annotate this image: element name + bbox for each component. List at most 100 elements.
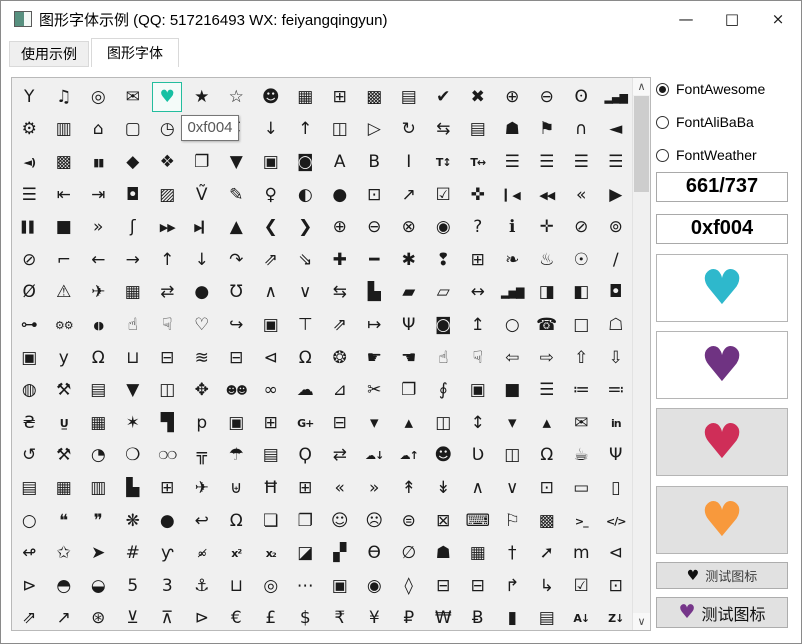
grid-icon[interactable]: ◍ <box>12 375 47 407</box>
test-icon-button-black[interactable]: ♥ 测试图标 <box>656 562 788 589</box>
grid-icon[interactable]: ❂ <box>323 342 358 374</box>
grid-icon[interactable]: ❐ <box>288 505 323 537</box>
grid-icon[interactable]: ▨ <box>150 179 185 211</box>
grid-icon[interactable]: ● <box>185 277 220 309</box>
grid-icon[interactable]: ● <box>323 179 358 211</box>
grid-icon[interactable]: ▾ <box>357 407 392 439</box>
grid-icon[interactable]: ▤ <box>254 440 289 472</box>
grid-icon[interactable]: ▰ <box>392 277 427 309</box>
grid-icon[interactable]: ▌▌ <box>12 212 47 244</box>
grid-icon[interactable]: ▥ <box>47 114 82 146</box>
grid-icon[interactable]: ◘ <box>116 179 151 211</box>
grid-icon[interactable]: ☝ <box>426 342 461 374</box>
grid-icon[interactable]: ✥ <box>185 375 220 407</box>
grid-icon[interactable]: ◘ <box>599 277 634 309</box>
grid-icon[interactable]: ◎ <box>81 81 116 113</box>
grid-icon[interactable]: 3 <box>150 570 185 602</box>
grid-icon[interactable]: ◫ <box>323 114 358 146</box>
grid-icon[interactable]: y <box>47 342 82 374</box>
grid-icon[interactable]: ≋ <box>185 342 220 374</box>
scroll-up-icon[interactable]: ∧ <box>633 78 650 95</box>
grid-icon[interactable]: Ƀ <box>461 603 496 630</box>
grid-icon[interactable]: ❯ <box>288 212 323 244</box>
grid-icon[interactable]: ☺ <box>323 505 358 537</box>
grid-icon[interactable]: ↔ <box>461 277 496 309</box>
grid-icon[interactable]: ⊳ <box>12 570 47 602</box>
grid-icon[interactable]: ▥ <box>81 472 116 504</box>
grid-icon[interactable]: ▦ <box>288 81 323 113</box>
grid-icon[interactable]: ☖ <box>599 309 634 341</box>
grid-icon[interactable]: ☰ <box>530 375 565 407</box>
grid-icon[interactable]: ❮ <box>254 212 289 244</box>
scrollbar-thumb[interactable] <box>634 96 649 192</box>
grid-icon[interactable]: ☕ <box>564 440 599 472</box>
grid-icon[interactable]: ₹ <box>323 603 358 630</box>
grid-icon[interactable]: ▣ <box>254 146 289 178</box>
grid-icon[interactable]: ✩ <box>47 538 82 570</box>
grid-icon[interactable]: ☟ <box>461 342 496 374</box>
grid-icon[interactable]: Ω <box>219 505 254 537</box>
grid-icon[interactable]: ⋯ <box>288 570 323 602</box>
grid-icon[interactable]: ✉ <box>564 407 599 439</box>
grid-icon[interactable]: ✛ <box>530 212 565 244</box>
grid-icon[interactable]: G+ <box>288 407 323 439</box>
grid-icon[interactable]: ☛ <box>357 342 392 374</box>
grid-icon[interactable]: ❖ <box>150 146 185 178</box>
grid-icon[interactable]: ╦ <box>185 440 220 472</box>
grid-icon[interactable]: ⇨ <box>530 342 565 374</box>
grid-icon[interactable]: ▼ <box>116 375 151 407</box>
grid-icon[interactable]: ▭ <box>564 472 599 504</box>
grid-icon[interactable]: Ħ <box>254 472 289 504</box>
grid-icon[interactable]: ▣ <box>323 570 358 602</box>
grid-icon[interactable]: ↗ <box>392 179 427 211</box>
grid-icon[interactable]: ⇄ <box>323 440 358 472</box>
grid-icon[interactable]: Ѳ <box>357 538 392 570</box>
grid-icon[interactable]: ⇤ <box>47 179 82 211</box>
grid-icon[interactable]: ❝ <box>47 505 82 537</box>
grid-icon[interactable]: ☎ <box>530 309 565 341</box>
grid-icon[interactable]: ■ <box>495 375 530 407</box>
grid-icon[interactable]: ? <box>461 212 496 244</box>
grid-icon[interactable]: ⊜ <box>392 505 427 537</box>
grid-icon[interactable]: ⊔ <box>219 570 254 602</box>
grid-icon[interactable]: ➚ <box>530 538 565 570</box>
grid-icon[interactable]: ▶▶ <box>150 212 185 244</box>
grid-icon[interactable]: ◉ <box>426 212 461 244</box>
grid-icon[interactable]: ⇩ <box>599 342 634 374</box>
grid-icon[interactable]: # <box>116 538 151 570</box>
grid-icon[interactable]: ▢ <box>116 114 151 146</box>
grid-icon[interactable]: ✱ <box>392 244 427 276</box>
grid-icon[interactable]: ♀ <box>254 179 289 211</box>
tab-icon-font[interactable]: 图形字体 <box>91 38 179 67</box>
grid-icon[interactable]: 5 <box>116 570 151 602</box>
grid-icon[interactable]: ⊞ <box>150 472 185 504</box>
grid-icon[interactable]: ▦ <box>116 277 151 309</box>
grid-icon[interactable]: ↳ <box>530 570 565 602</box>
grid-icon[interactable]: ◀◀ <box>530 179 565 211</box>
tab-usage-example[interactable]: 使用示例 <box>9 41 89 67</box>
radio-fontweather[interactable]: FontWeather <box>656 145 757 165</box>
grid-icon[interactable]: ✉ <box>116 81 151 113</box>
grid-icon[interactable]: ✈ <box>185 472 220 504</box>
grid-icon[interactable]: I <box>392 146 427 178</box>
grid-icon[interactable]: ➤ <box>81 538 116 570</box>
grid-icon[interactable]: ⊿ <box>323 375 358 407</box>
grid-icon[interactable]: ∨ <box>288 277 323 309</box>
grid-icon[interactable]: → <box>116 244 151 276</box>
grid-icon[interactable]: ◫ <box>426 407 461 439</box>
grid-icon[interactable]: ▩ <box>357 81 392 113</box>
grid-icon[interactable]: ☻ <box>426 440 461 472</box>
grid-icon[interactable]: ☰ <box>12 179 47 211</box>
grid-icon[interactable]: ▮ <box>495 603 530 630</box>
grid-icon[interactable]: Ψ <box>392 309 427 341</box>
grid-icon[interactable]: ↱ <box>495 570 530 602</box>
grid-icon[interactable]: ☑ <box>426 179 461 211</box>
grid-icon[interactable]: ⊔ <box>116 342 151 374</box>
grid-icon[interactable]: ∩ <box>564 114 599 146</box>
grid-icon[interactable]: ▂▅▇ <box>495 277 530 309</box>
grid-icon[interactable]: ▜ <box>150 407 185 439</box>
grid-icon[interactable]: ◔ <box>81 440 116 472</box>
grid-icon[interactable]: ━ <box>357 244 392 276</box>
grid-icon[interactable]: ⊘ <box>564 212 599 244</box>
grid-icon[interactable]: ▣ <box>219 407 254 439</box>
